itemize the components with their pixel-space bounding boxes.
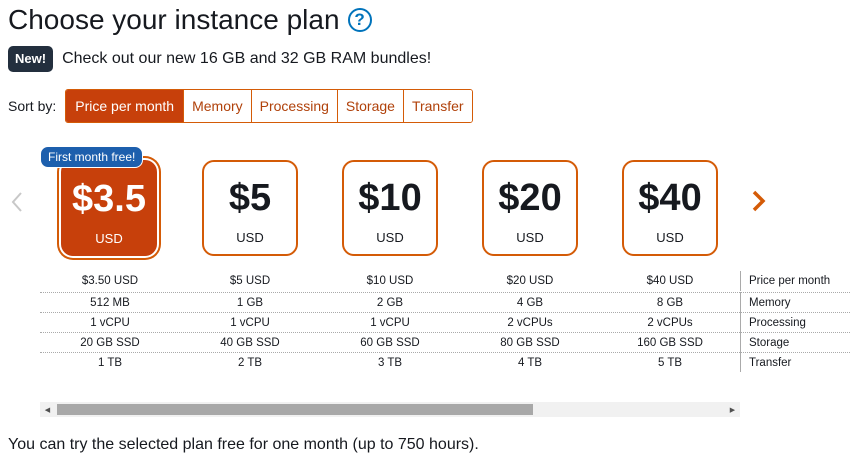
spec-row-memory: 512 MB 1 GB 2 GB 4 GB 8 GB bbox=[40, 292, 740, 312]
spec-cell: 2 vCPUs bbox=[647, 317, 693, 329]
sort-option-transfer[interactable]: Transfer bbox=[402, 90, 472, 122]
spec-cell: 1 TB bbox=[97, 357, 123, 369]
spec-cell: 160 GB SSD bbox=[637, 337, 703, 349]
spec-cell: 3 TB bbox=[377, 357, 403, 369]
spec-cell: 40 GB SSD bbox=[220, 337, 280, 349]
row-label-storage: Storage bbox=[740, 332, 850, 352]
spec-cell: 80 GB SSD bbox=[500, 337, 560, 349]
plan-card-1[interactable]: $3.5 USD bbox=[61, 160, 157, 256]
row-label-transfer: Transfer bbox=[740, 352, 850, 372]
free-trial-note: You can try the selected plan free for o… bbox=[8, 436, 479, 453]
spec-cell: 2 vCPUs bbox=[507, 317, 553, 329]
page-title: Choose your instance plan ? bbox=[8, 4, 372, 36]
spec-row-storage: 20 GB SSD 40 GB SSD 60 GB SSD 80 GB SSD … bbox=[40, 332, 740, 352]
spec-cell: 5 TB bbox=[657, 357, 683, 369]
spec-cell: 20 GB SSD bbox=[80, 337, 140, 349]
plan-price: $3.5 bbox=[72, 178, 146, 220]
plan-card-4[interactable]: $20 USD bbox=[482, 160, 578, 256]
plan-price: $10 bbox=[358, 177, 422, 219]
spec-row-transfer: 1 TB 2 TB 3 TB 4 TB 5 TB bbox=[40, 352, 740, 372]
spec-cell: 1 vCPU bbox=[90, 317, 130, 329]
plan-currency: USD bbox=[236, 230, 264, 245]
first-month-free-badge: First month free! bbox=[40, 146, 144, 168]
plan-currency: USD bbox=[95, 231, 123, 246]
plan-card-3[interactable]: $10 USD bbox=[342, 160, 438, 256]
spec-cell: 1 vCPU bbox=[370, 317, 410, 329]
spec-cell: 4 TB bbox=[517, 357, 543, 369]
spec-cell: 4 GB bbox=[516, 297, 544, 309]
spec-row-price: $3.50 USD $5 USD $10 USD $20 USD $40 USD bbox=[40, 271, 740, 291]
scroll-left-icon[interactable]: ◀ bbox=[40, 402, 55, 417]
spec-cell: 512 MB bbox=[90, 297, 130, 309]
row-label-memory: Memory bbox=[740, 292, 850, 312]
plan-currency: USD bbox=[516, 230, 544, 245]
promo-text: Check out our new 16 GB and 32 GB RAM bu… bbox=[62, 50, 432, 67]
row-label-price: Price per month bbox=[740, 271, 850, 291]
new-badge: New! bbox=[8, 46, 54, 72]
row-label-processing: Processing bbox=[740, 312, 850, 332]
sort-option-price[interactable]: Price per month bbox=[66, 90, 184, 122]
spec-cell: 60 GB SSD bbox=[360, 337, 420, 349]
spec-cell: 1 GB bbox=[236, 297, 264, 309]
sort-bar: Sort by: Price per month Memory Processi… bbox=[8, 89, 473, 123]
spec-cell: $5 USD bbox=[229, 275, 271, 287]
spec-cell: $3.50 USD bbox=[81, 275, 139, 287]
carousel-prev-icon[interactable] bbox=[10, 190, 24, 221]
spec-row-processing: 1 vCPU 1 vCPU 1 vCPU 2 vCPUs 2 vCPUs bbox=[40, 312, 740, 332]
scrollbar-thumb[interactable] bbox=[57, 404, 533, 415]
scroll-right-icon[interactable]: ▶ bbox=[725, 402, 740, 417]
spec-cell: $10 USD bbox=[366, 275, 414, 287]
carousel-next-icon[interactable] bbox=[748, 184, 770, 218]
sort-option-storage[interactable]: Storage bbox=[336, 90, 403, 122]
spec-cell: 2 GB bbox=[376, 297, 404, 309]
plan-price: $20 bbox=[498, 177, 562, 219]
plan-card-2[interactable]: $5 USD bbox=[202, 160, 298, 256]
page-title-text: Choose your instance plan bbox=[8, 4, 340, 35]
sort-option-memory[interactable]: Memory bbox=[183, 90, 251, 122]
horizontal-scrollbar[interactable]: ◀ ▶ bbox=[40, 402, 740, 417]
sort-segmented-control: Price per month Memory Processing Storag… bbox=[65, 89, 473, 123]
plan-price: $40 bbox=[638, 177, 702, 219]
spec-cell: 1 vCPU bbox=[230, 317, 270, 329]
plan-currency: USD bbox=[376, 230, 404, 245]
plan-card-5[interactable]: $40 USD bbox=[622, 160, 718, 256]
spec-cell: $20 USD bbox=[506, 275, 554, 287]
spec-cell: $40 USD bbox=[646, 275, 694, 287]
spec-cell: 8 GB bbox=[656, 297, 684, 309]
plan-price: $5 bbox=[228, 177, 272, 219]
sort-label: Sort by: bbox=[8, 98, 57, 114]
promo-banner: New! Check out our new 16 GB and 32 GB R… bbox=[8, 46, 431, 72]
sort-option-processing[interactable]: Processing bbox=[250, 90, 337, 122]
spec-cell: 2 TB bbox=[237, 357, 263, 369]
help-icon[interactable]: ? bbox=[347, 8, 372, 32]
plan-currency: USD bbox=[656, 230, 684, 245]
